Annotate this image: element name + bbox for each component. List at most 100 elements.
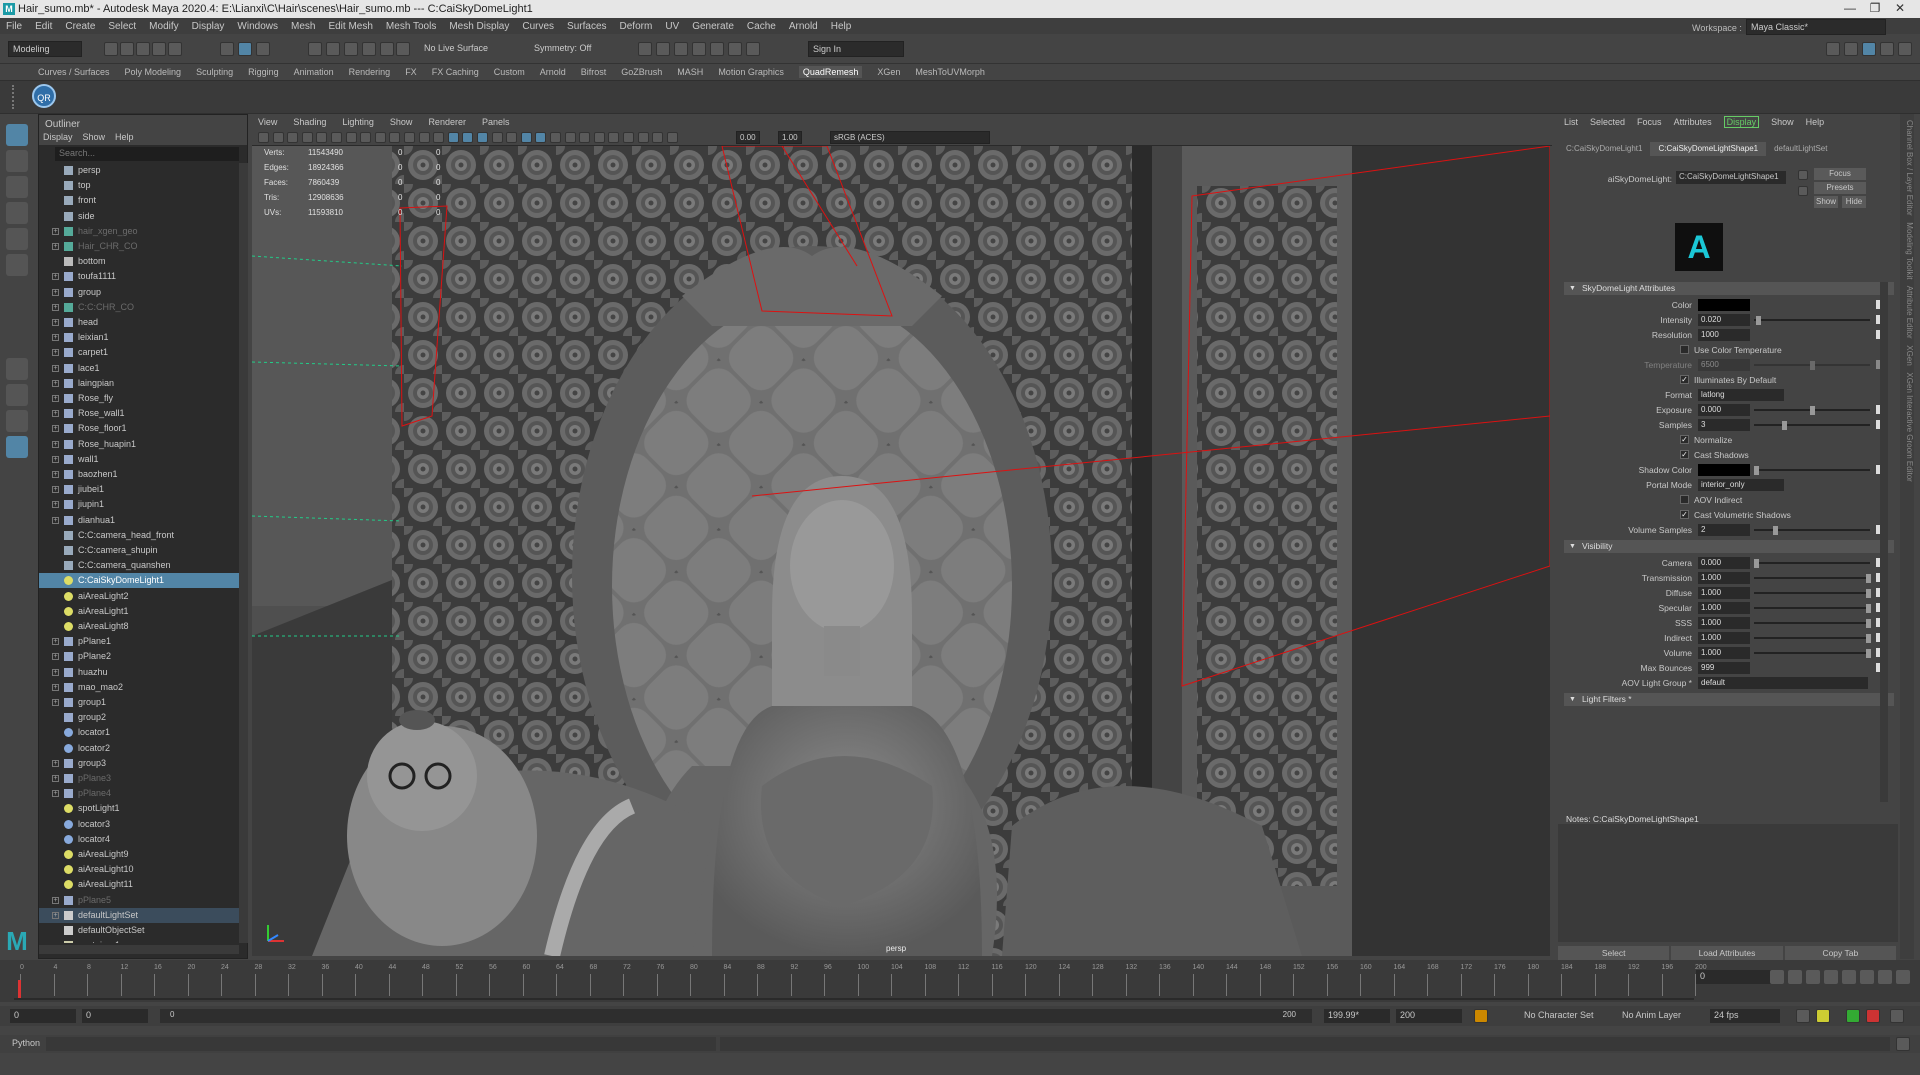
- outliner-item[interactable]: top: [39, 178, 239, 193]
- expand-toggle-icon[interactable]: +: [52, 440, 59, 448]
- menu-file[interactable]: File: [6, 21, 22, 32]
- playback-end-field[interactable]: 199.99*: [1324, 1009, 1390, 1023]
- play-forwards-icon[interactable]: [1842, 970, 1856, 984]
- outliner-item[interactable]: persp: [39, 163, 239, 178]
- perspective-viewport[interactable]: Verts: 11543490 0 0 Edges: 18924366 0 0 Faces: 78…: [252, 146, 1550, 956]
- render-current-frame-icon[interactable]: [638, 42, 652, 56]
- expand-toggle-icon[interactable]: +: [52, 303, 59, 311]
- sound-icon[interactable]: [1816, 1009, 1830, 1023]
- redo-icon[interactable]: [168, 42, 182, 56]
- cached-playback-icon[interactable]: [1846, 1009, 1860, 1023]
- expand-toggle-icon[interactable]: +: [52, 668, 59, 676]
- time-slider[interactable]: 0 4 8 12 16 20 24 28 32 36 40 44 48 52 56 60 64 68 72 76 80 8…: [0, 960, 1920, 1002]
- outliner-item[interactable]: + huazhu: [39, 665, 239, 680]
- screen-space-ao-icon[interactable]: [550, 132, 561, 143]
- viewport-menu-panels[interactable]: Panels: [482, 117, 510, 127]
- attr-slider[interactable]: [1754, 592, 1870, 594]
- shelf-tab-custom[interactable]: Custom: [494, 67, 525, 77]
- shelf-tab-bifrost[interactable]: Bifrost: [581, 67, 607, 77]
- outliner-item[interactable]: aiAreaLight9: [39, 847, 239, 862]
- 2d-pan-zoom-icon[interactable]: [316, 132, 328, 143]
- outliner-item[interactable]: + laingpian: [39, 376, 239, 391]
- attribute-editor-toggle-icon[interactable]: [1862, 42, 1876, 56]
- depth-of-field-icon[interactable]: [593, 132, 605, 143]
- attr-tab[interactable]: defaultLightSet: [1766, 142, 1835, 156]
- shelf-tab-fx[interactable]: FX: [405, 67, 417, 77]
- outliner-item[interactable]: C:C:camera_shupin: [39, 543, 239, 558]
- safe-action-icon[interactable]: [418, 132, 430, 143]
- shelf-tab-fx-caching[interactable]: FX Caching: [432, 67, 479, 77]
- xray-joints-icon[interactable]: [637, 132, 649, 143]
- snap-curve-icon[interactable]: [326, 42, 340, 56]
- outliner-item[interactable]: + pPlane5: [39, 893, 239, 908]
- viewport-menu-show[interactable]: Show: [390, 117, 413, 127]
- side-tabs[interactable]: Channel Box / Layer Editor Modeling Tool…: [1900, 114, 1914, 959]
- smooth-shade-icon[interactable]: [462, 132, 474, 143]
- channel-box-toggle-icon[interactable]: [1844, 42, 1858, 56]
- paint-select-tool-icon[interactable]: [6, 176, 28, 198]
- isolate-select-icon[interactable]: [608, 132, 620, 143]
- live-surface-field[interactable]: No Live Surface: [420, 41, 492, 57]
- copy-tab-button[interactable]: Copy Tab: [1784, 946, 1896, 960]
- select-camera-icon[interactable]: [258, 132, 269, 143]
- expand-toggle-icon[interactable]: +: [52, 911, 59, 919]
- attr-field[interactable]: 3: [1698, 419, 1750, 431]
- attr-menu-list[interactable]: List: [1564, 117, 1578, 127]
- wireframe-on-shaded-icon[interactable]: [491, 132, 503, 143]
- open-scene-icon[interactable]: [120, 42, 134, 56]
- render-settings-icon[interactable]: [674, 42, 688, 56]
- node-name-field[interactable]: C:CaiSkyDomeLightShape1: [1676, 171, 1786, 184]
- attr-slider-handle[interactable]: [1810, 361, 1815, 370]
- expand-toggle-icon[interactable]: +: [52, 227, 59, 235]
- attr-menu-help[interactable]: Help: [1806, 117, 1825, 127]
- outliner-item[interactable]: group2: [39, 710, 239, 725]
- outliner-item[interactable]: aiAreaLight8: [39, 619, 239, 634]
- attr-dropdown[interactable]: latlong: [1698, 389, 1784, 401]
- expand-toggle-icon[interactable]: +: [52, 455, 59, 463]
- attr-slider[interactable]: [1754, 562, 1870, 564]
- attr-slider[interactable]: [1754, 424, 1870, 426]
- shelf-handle[interactable]: [12, 85, 18, 109]
- attr-slider[interactable]: [1754, 637, 1870, 639]
- attr-checkbox[interactable]: [1680, 345, 1689, 354]
- menu-mesh-display[interactable]: Mesh Display: [449, 21, 509, 32]
- step-forward-key-icon[interactable]: [1878, 970, 1892, 984]
- outliner-item[interactable]: + toufa1111: [39, 269, 239, 284]
- outliner-item[interactable]: + pPlane4: [39, 786, 239, 801]
- expand-toggle-icon[interactable]: +: [52, 638, 59, 646]
- attr-slider[interactable]: [1754, 622, 1870, 624]
- load-attributes-button[interactable]: Load Attributes: [1671, 946, 1783, 960]
- loop-icon[interactable]: [1796, 1009, 1810, 1023]
- menu-edit[interactable]: Edit: [35, 21, 52, 32]
- menu-generate[interactable]: Generate: [692, 21, 734, 32]
- attr-field[interactable]: 1.000: [1698, 617, 1750, 629]
- expand-toggle-icon[interactable]: +: [52, 410, 59, 418]
- move-tool-icon[interactable]: [6, 202, 28, 224]
- anim-end-field[interactable]: 200: [1396, 1009, 1462, 1023]
- outliner-item[interactable]: + Rose_wall1: [39, 406, 239, 421]
- outliner-item[interactable]: + mao_mao2: [39, 680, 239, 695]
- use-all-lights-icon[interactable]: [520, 132, 532, 143]
- expand-toggle-icon[interactable]: +: [52, 653, 59, 661]
- outliner-item[interactable]: + group: [39, 285, 239, 300]
- attr-checkbox[interactable]: ✓: [1680, 450, 1689, 459]
- expand-toggle-icon[interactable]: +: [52, 349, 59, 357]
- shelf-tab-meshtouvmorph[interactable]: MeshToUVMorph: [915, 67, 985, 77]
- arnold-light-icon[interactable]: [728, 42, 742, 56]
- attr-slider[interactable]: [1754, 652, 1870, 654]
- expand-toggle-icon[interactable]: +: [52, 334, 59, 342]
- attr-slider-handle[interactable]: [1810, 406, 1815, 415]
- expand-toggle-icon[interactable]: +: [52, 243, 59, 250]
- attr-section-header[interactable]: Light Filters *: [1564, 693, 1894, 706]
- evaluation-icon[interactable]: [1866, 1009, 1880, 1023]
- single-perspective-layout-icon[interactable]: [6, 358, 28, 380]
- outliner-search-input[interactable]: Search...: [55, 147, 239, 161]
- attr-field[interactable]: 1.000: [1698, 572, 1750, 584]
- attr-field[interactable]: 1.000: [1698, 632, 1750, 644]
- attr-slider-handle[interactable]: [1756, 316, 1762, 325]
- workspace-dropdown[interactable]: Maya Classic*: [1746, 19, 1886, 35]
- expand-toggle-icon[interactable]: +: [52, 319, 59, 326]
- outliner-item[interactable]: + jiubei1: [39, 482, 239, 497]
- expand-toggle-icon[interactable]: +: [52, 288, 59, 296]
- snap-grid-icon[interactable]: [308, 42, 322, 56]
